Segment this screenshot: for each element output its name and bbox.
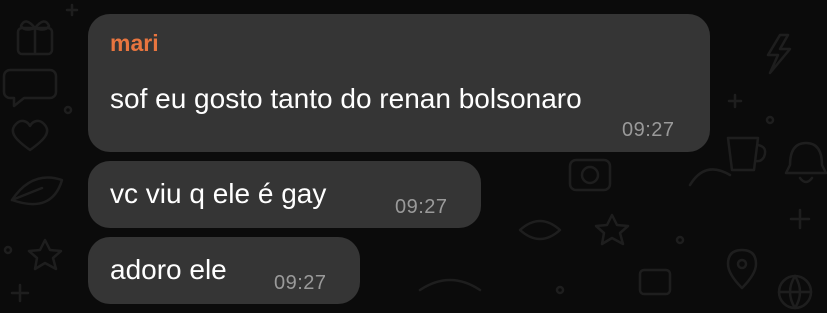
message-bubble[interactable]: mari sof eu gosto tanto do renan bolsona… [88,14,710,152]
sender-name: mari [110,30,159,56]
lightning-icon [766,33,792,75]
message-timestamp: 09:27 [622,119,675,141]
leaf-icon [10,176,64,206]
sparkle-icon [727,93,811,230]
camera-icon [568,158,612,192]
message-bubble[interactable]: adoro ele 09:27 [88,237,360,304]
message-timestamp: 09:27 [274,272,327,294]
message-text: vc viu q ele é gay [110,178,327,209]
heart-icon [11,119,49,152]
cup-icon [726,136,767,172]
star-icon [594,213,630,246]
ball-icon [777,274,813,310]
message-timestamp: 09:27 [395,196,448,218]
message-text: adoro ele [110,254,227,285]
sparkle-icon [10,3,79,303]
message-text: sof eu gosto tanto do renan bolsonaro [110,83,582,114]
bell-icon [784,141,827,184]
gift-icon [16,20,54,56]
chat-bubble-icon [2,68,58,108]
star-icon [27,238,63,271]
message-bubble[interactable]: vc viu q ele é gay 09:27 [88,161,481,228]
map-pin-icon [726,248,758,290]
